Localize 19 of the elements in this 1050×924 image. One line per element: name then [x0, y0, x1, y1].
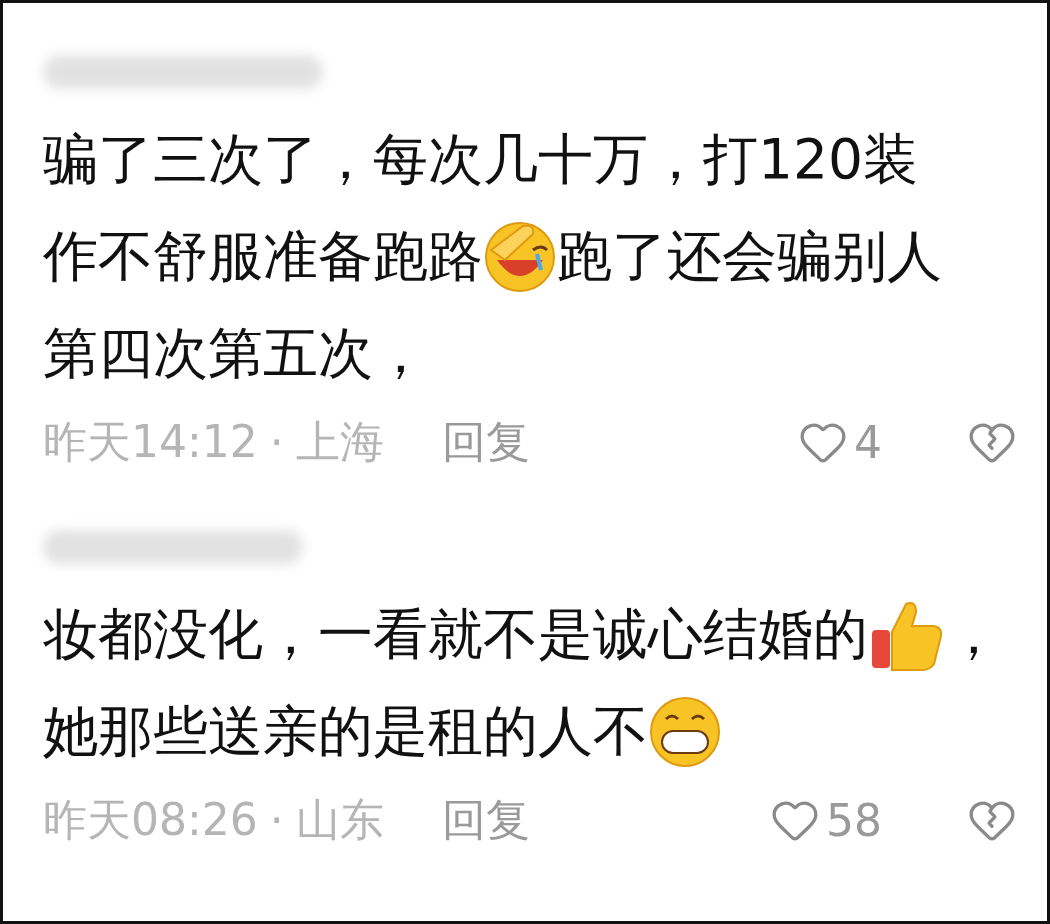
like-count: 4	[854, 416, 882, 468]
comment-text: 她那些送亲的是租的人不	[43, 698, 648, 765]
comment-text: ，	[946, 601, 1001, 668]
separator-dot: ·	[269, 416, 284, 468]
comment-text: 骗了三次了，每次几十万，打120装	[43, 126, 918, 193]
comment-time: 昨天14:12	[43, 414, 258, 469]
comment-text: 妆都没化，一看就不是诚心结婚的	[43, 601, 868, 668]
grinning-emoji-icon	[648, 694, 722, 769]
comment-text: 跑了还会骗别人	[557, 223, 942, 290]
comment-location: 上海	[295, 414, 384, 469]
comment-location: 山东	[295, 792, 384, 847]
comment-text: 第四次第五次，	[43, 320, 428, 387]
separator-dot: ·	[269, 794, 284, 846]
laughing-emoji-icon	[483, 219, 557, 294]
reply-link[interactable]: 回复	[441, 790, 530, 850]
comment-time: 昨天08:26	[43, 792, 258, 847]
comment-text: 作不舒服准备跑路	[43, 223, 483, 290]
like-count: 58	[826, 794, 882, 846]
reply-link[interactable]: 回复	[441, 412, 530, 472]
